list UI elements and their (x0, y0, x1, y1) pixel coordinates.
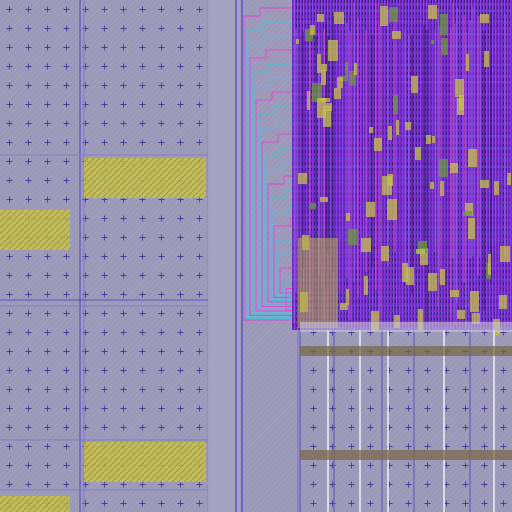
poly-fragment (346, 213, 350, 221)
poly-fragment (411, 76, 418, 93)
middle-lane (208, 0, 240, 512)
poly-fragment (296, 39, 299, 44)
poly-fragment (428, 5, 437, 19)
poly-fragment (366, 202, 375, 217)
layout-viewport[interactable] (0, 0, 512, 512)
poly-fragment (470, 291, 479, 312)
poly-fragment (320, 197, 328, 202)
poly-fragment (439, 159, 448, 177)
poly-fragment (457, 310, 465, 319)
interface-yellow (298, 238, 338, 328)
poly-fragment (432, 136, 435, 143)
poly-fragment (484, 51, 489, 67)
poly-fragment (488, 254, 491, 275)
poly-fragment (440, 14, 448, 35)
bottom-right-cells (300, 330, 512, 512)
poly-fragment (298, 173, 307, 184)
yellow-block-2 (0, 210, 70, 250)
poly-fragment (494, 181, 499, 195)
poly-fragment (440, 269, 445, 285)
poly-fragment (507, 173, 511, 185)
contact-band (300, 450, 512, 460)
ic-layout-canvas[interactable] (0, 0, 512, 512)
poly-fragment (328, 40, 338, 61)
yellow-block-1 (84, 158, 206, 198)
poly-fragment (480, 180, 489, 188)
poly-fragment (441, 38, 448, 55)
poly-fragment (380, 6, 388, 26)
poly-fragment (388, 126, 392, 140)
poly-fragment (310, 25, 315, 35)
left-cell-region (0, 0, 208, 512)
poly-fragment (389, 7, 398, 22)
poly-fragment (337, 77, 343, 88)
poly-fragment (361, 238, 371, 252)
poly-fragment (369, 127, 373, 133)
poly-fragment (500, 246, 510, 262)
poly-fragment (381, 246, 389, 261)
contact-band (300, 346, 512, 356)
poly-fragment (317, 54, 321, 73)
poly-fragment (374, 138, 382, 151)
yellow-block-3 (84, 442, 206, 482)
poly-fragment (406, 267, 414, 285)
poly-fragment (457, 98, 464, 115)
poly-fragment (466, 54, 469, 71)
poly-fragment (426, 135, 431, 144)
poly-fragment (345, 62, 348, 76)
poly-fragment (431, 40, 434, 44)
poly-fragment (393, 95, 398, 114)
poly-fragment (468, 218, 475, 239)
yellow-block-4 (0, 496, 70, 512)
poly-fragment (480, 14, 489, 23)
poly-fragment (440, 181, 444, 196)
block-boundary (300, 322, 512, 332)
poly-fragment (334, 12, 344, 24)
poly-fragment (430, 182, 434, 189)
poly-fragment (387, 199, 397, 220)
poly-fragment (392, 31, 401, 39)
poly-fragment (450, 163, 458, 173)
poly-fragment (334, 88, 341, 99)
poly-fragment (396, 120, 399, 135)
poly-fragment (348, 229, 357, 245)
poly-fragment (450, 290, 459, 297)
poly-fragment (326, 103, 332, 111)
poly-fragment (321, 70, 326, 85)
poly-fragment (463, 211, 472, 216)
poly-fragment (428, 273, 437, 291)
